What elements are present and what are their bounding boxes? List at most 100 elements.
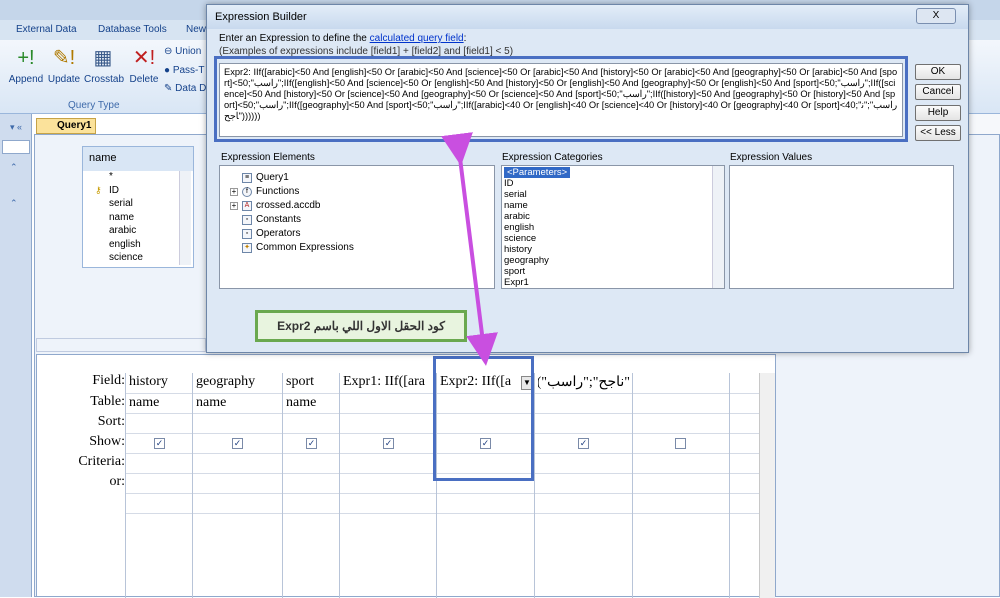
grid-column xyxy=(339,373,340,598)
grid-vertical-scrollbar[interactable] xyxy=(759,373,775,598)
tree-item-common-expressions[interactable]: ✦ Common Expressions xyxy=(242,242,354,253)
navigation-pane: ▾ « ⌃ ⌃ xyxy=(0,114,32,597)
show-checkbox[interactable]: ✓ xyxy=(154,438,165,449)
field-cell[interactable]: Expr1: IIf([ara xyxy=(343,374,435,390)
close-icon: X xyxy=(932,10,940,21)
intro-label: Enter an Expression to define the xyxy=(219,33,367,44)
grid-column xyxy=(534,373,535,598)
intro-text: Enter an Expression to define the calcul… xyxy=(219,33,466,44)
data-definition-button[interactable]: ✎ Data D xyxy=(164,83,206,94)
table-cell[interactable]: name xyxy=(196,395,280,411)
collapse-icon[interactable]: ⌃ xyxy=(10,162,18,173)
delete-button[interactable]: ✕! Delete xyxy=(124,46,164,85)
field-label: ID xyxy=(109,184,119,196)
grid-column xyxy=(632,373,633,598)
category-item[interactable]: science xyxy=(504,233,536,244)
group-label-query-type: Query Type xyxy=(68,100,120,111)
table-cell[interactable]: name xyxy=(129,395,189,411)
tree-item-database[interactable]: + Acrossed.accdb xyxy=(230,200,321,211)
expression-categories-label: Expression Categories xyxy=(502,152,603,163)
field-list-scrollbar[interactable] xyxy=(179,171,191,265)
show-checkbox[interactable]: ✓ xyxy=(232,438,243,449)
show-checkbox[interactable]: ✓ xyxy=(306,438,317,449)
tab-new[interactable]: New xyxy=(186,24,206,35)
ok-button[interactable]: OK xyxy=(915,64,961,80)
grid-column xyxy=(125,373,126,598)
category-item[interactable]: english xyxy=(504,222,534,233)
row-label-field: Field: xyxy=(92,373,125,388)
tree-item-query1[interactable]: ≡ Query1 xyxy=(242,172,289,183)
update-label: Update xyxy=(47,74,81,85)
tree-item-functions[interactable]: + f Functions xyxy=(230,186,300,197)
query-design-grid: Field: Table: Sort: Show: Criteria: or: … xyxy=(36,354,776,598)
pass-through-button[interactable]: ● Pass-T xyxy=(164,65,205,76)
tree-item-operators[interactable]: ▫ Operators xyxy=(242,228,300,239)
field-item[interactable]: arabic xyxy=(83,225,193,239)
row-label-show: Show: xyxy=(89,434,125,449)
union-button[interactable]: ⊖ Union xyxy=(164,46,201,57)
field-item[interactable]: name xyxy=(83,212,193,226)
grid-line xyxy=(125,513,761,514)
category-item[interactable]: Expr1 xyxy=(504,277,529,288)
category-item[interactable]: ID xyxy=(504,178,514,189)
tree-item-constants[interactable]: ▫ Constants xyxy=(242,214,301,225)
nav-search-input[interactable] xyxy=(2,140,30,154)
append-button[interactable]: +! Append xyxy=(6,46,46,85)
tab-database-tools[interactable]: Database Tools xyxy=(98,24,167,35)
grid-column xyxy=(729,373,730,598)
database-icon: A xyxy=(242,201,252,211)
expression-values-label: Expression Values xyxy=(730,152,813,163)
category-item[interactable]: geography xyxy=(504,255,549,266)
field-item[interactable]: science xyxy=(83,252,193,266)
tree-label: Common Expressions xyxy=(256,242,354,253)
category-item[interactable]: name xyxy=(504,200,528,211)
expand-icon[interactable]: + xyxy=(230,202,238,210)
row-label-criteria: Criteria: xyxy=(78,454,125,469)
category-item[interactable]: arabic xyxy=(504,211,530,222)
constants-icon: ▫ xyxy=(242,215,252,225)
field-item[interactable]: * xyxy=(83,171,193,185)
show-checkbox[interactable]: ✓ xyxy=(578,438,589,449)
chevron-down-icon[interactable]: ▾ « xyxy=(10,122,22,133)
cancel-button[interactable]: Cancel xyxy=(915,84,961,100)
annotation-callout: كود الحقل الاول اللي باسم Expr2 xyxy=(255,310,467,342)
row-label-table: Table: xyxy=(90,394,125,409)
collapse-icon-2[interactable]: ⌃ xyxy=(10,198,18,209)
field-cell[interactable]: geography xyxy=(196,374,280,390)
highlight-expression-box xyxy=(214,56,908,142)
expand-icon[interactable]: + xyxy=(230,188,238,196)
tree-label: Query1 xyxy=(256,172,289,183)
field-item[interactable]: serial xyxy=(83,198,193,212)
expression-elements-tree: ≡ Query1 + f Functions + Acrossed.accdb ▫ Con… xyxy=(219,165,495,289)
tree-label: crossed.accdb xyxy=(256,200,321,211)
tree-label: Functions xyxy=(256,186,300,197)
expression-values-list[interactable] xyxy=(729,165,954,289)
category-item[interactable]: serial xyxy=(504,189,527,200)
show-checkbox[interactable]: ✓ xyxy=(383,438,394,449)
field-cell[interactable]: history xyxy=(129,374,189,390)
categories-scrollbar[interactable] xyxy=(712,166,724,288)
field-item[interactable]: english xyxy=(83,239,193,253)
less-button[interactable]: << Less xyxy=(915,125,961,141)
crosstab-button[interactable]: ▦ Crosstab xyxy=(84,46,124,85)
table-cell[interactable]: name xyxy=(286,395,338,411)
tab-query1[interactable]: Query1 xyxy=(36,118,96,134)
field-item[interactable]: ⚷ ID xyxy=(83,185,193,199)
category-item[interactable]: <Parameters> xyxy=(504,167,571,178)
field-cell[interactable]: "ناجح";"راسب")) xyxy=(538,374,630,391)
update-button[interactable]: ✎! Update xyxy=(44,46,84,85)
tab-external-data[interactable]: External Data xyxy=(16,24,77,35)
field-cell[interactable]: sport xyxy=(286,374,338,390)
category-item[interactable]: sport xyxy=(504,266,525,277)
expression-builder-dialog: Expression Builder X Enter an Expression… xyxy=(206,4,969,353)
calculated-query-field-link[interactable]: calculated query field xyxy=(370,33,464,44)
show-checkbox[interactable] xyxy=(675,438,686,449)
category-item[interactable]: history xyxy=(504,244,532,255)
crosstab-icon: ▦ xyxy=(93,47,113,69)
dialog-title: Expression Builder xyxy=(207,5,968,29)
horizontal-scrollbar[interactable] xyxy=(36,338,206,352)
close-button[interactable]: X xyxy=(916,8,956,24)
help-button[interactable]: Help xyxy=(915,105,961,121)
highlight-expr2-column xyxy=(433,356,534,481)
pass-through-label: Pass-T xyxy=(172,65,205,76)
